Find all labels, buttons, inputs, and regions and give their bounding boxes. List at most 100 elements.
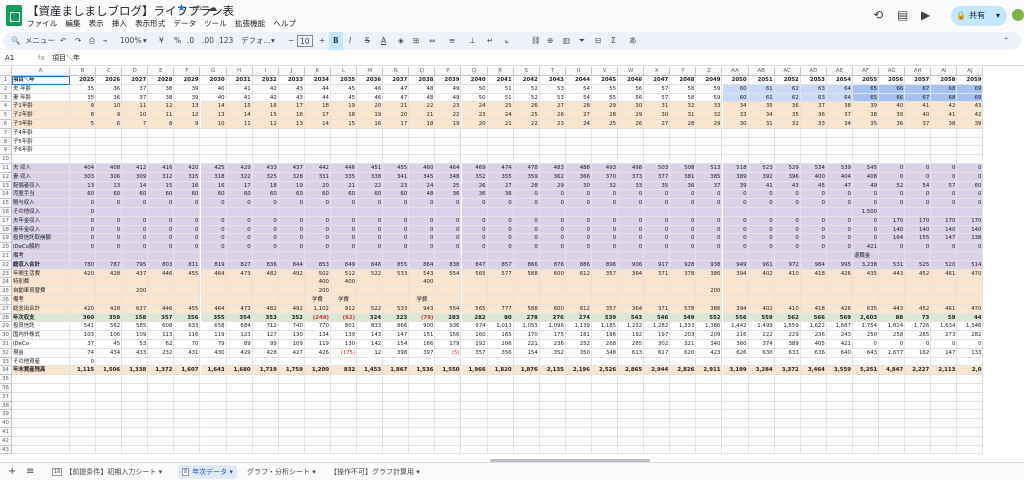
data-cell[interactable]: 119: [304, 340, 331, 349]
data-cell[interactable]: 0: [592, 225, 619, 235]
data-cell[interactable]: 74: [70, 348, 97, 358]
filter-views-icon[interactable]: ⊟: [595, 32, 601, 50]
data-cell[interactable]: 26: [618, 120, 645, 129]
data-cell[interactable]: 192: [618, 331, 645, 340]
data-cell[interactable]: [644, 296, 671, 305]
data-cell[interactable]: 0: [696, 243, 723, 252]
data-cell[interactable]: 166: [409, 340, 436, 349]
data-cell[interactable]: [670, 410, 697, 420]
data-cell[interactable]: 47: [383, 84, 410, 94]
data-cell[interactable]: 35: [774, 111, 801, 120]
data-cell[interactable]: 0: [957, 340, 984, 349]
data-cell[interactable]: 0: [513, 225, 540, 235]
data-cell[interactable]: [174, 357, 201, 367]
data-cell[interactable]: 0: [853, 225, 880, 235]
text-color-button[interactable]: A: [381, 32, 386, 50]
row-label[interactable]: [12, 155, 70, 164]
data-cell[interactable]: 9: [70, 102, 97, 112]
data-cell[interactable]: 41: [748, 181, 775, 191]
italic-button[interactable]: I: [349, 32, 351, 50]
data-cell[interactable]: 1,102: [304, 304, 331, 314]
data-cell[interactable]: [383, 146, 410, 156]
data-cell[interactable]: 64: [826, 84, 853, 94]
data-cell[interactable]: 42: [252, 93, 279, 103]
data-cell[interactable]: 513: [696, 164, 723, 173]
data-cell[interactable]: [618, 208, 645, 217]
row-header[interactable]: 5: [0, 111, 12, 120]
data-cell[interactable]: (79): [409, 313, 436, 323]
data-cell[interactable]: 838: [435, 260, 462, 270]
data-cell[interactable]: [592, 419, 619, 428]
data-cell[interactable]: [174, 128, 201, 138]
data-cell[interactable]: [565, 287, 592, 296]
data-cell[interactable]: 0: [957, 172, 984, 182]
data-cell[interactable]: [487, 410, 514, 420]
data-cell[interactable]: 44: [304, 93, 331, 103]
spreadsheet-grid[interactable]: A B C D E F G H I J K L M N O P Q R S T U V W X Y Z AA AB AC AD AE AF AG…: [0, 67, 1024, 462]
data-cell[interactable]: 777: [487, 304, 514, 314]
column-header[interactable]: Y: [670, 67, 697, 76]
data-cell[interactable]: 0: [644, 234, 671, 244]
year-header-cell[interactable]: 2055: [853, 76, 880, 85]
data-cell[interactable]: 433: [252, 164, 279, 173]
data-cell[interactable]: [905, 278, 932, 288]
sheet-tab[interactable]: 【操作不可】グラフ計算用 ▾: [330, 465, 420, 479]
data-cell[interactable]: 565: [461, 304, 488, 314]
data-cell[interactable]: 43: [278, 93, 305, 103]
row-label[interactable]: [12, 392, 70, 402]
data-cell[interactable]: [905, 252, 932, 261]
data-cell[interactable]: [513, 375, 540, 384]
data-cell[interactable]: [539, 146, 566, 156]
column-header[interactable]: AC: [774, 67, 801, 76]
data-cell[interactable]: 362: [539, 172, 566, 182]
data-cell[interactable]: [853, 419, 880, 428]
data-cell[interactable]: [383, 357, 410, 367]
decrease-decimal-button[interactable]: .0: [187, 32, 194, 50]
row-label[interactable]: その他収入: [12, 208, 70, 217]
column-header[interactable]: Q: [461, 67, 488, 76]
data-cell[interactable]: [670, 296, 697, 305]
data-cell[interactable]: [252, 357, 279, 367]
data-cell[interactable]: 160: [461, 331, 488, 340]
data-cell[interactable]: 474: [487, 164, 514, 173]
data-cell[interactable]: [70, 296, 97, 305]
data-cell[interactable]: [200, 137, 227, 147]
data-cell[interactable]: [748, 375, 775, 384]
data-cell[interactable]: 0: [487, 216, 514, 226]
column-header[interactable]: J: [278, 67, 305, 76]
row-header[interactable]: 24: [0, 278, 12, 288]
data-cell[interactable]: 1,759: [278, 366, 305, 376]
data-cell[interactable]: 446: [148, 304, 175, 314]
strikethrough-button[interactable]: S: [365, 32, 370, 50]
data-cell[interactable]: 0: [696, 199, 723, 208]
data-cell[interactable]: 181: [565, 331, 592, 340]
data-cell[interactable]: [304, 384, 331, 393]
data-cell[interactable]: 0: [513, 234, 540, 244]
data-cell[interactable]: [200, 287, 227, 296]
data-cell[interactable]: 37: [122, 93, 149, 103]
data-cell[interactable]: [905, 428, 932, 437]
data-cell[interactable]: [70, 375, 97, 384]
data-cell[interactable]: 250: [853, 331, 880, 340]
data-cell[interactable]: [331, 137, 358, 147]
valign-icon[interactable]: ⊥: [469, 32, 476, 50]
data-cell[interactable]: 620: [670, 348, 697, 358]
row-header[interactable]: 23: [0, 269, 12, 279]
search-icon[interactable]: 🔍: [11, 32, 20, 50]
data-cell[interactable]: 37: [905, 120, 932, 129]
data-cell[interactable]: [148, 208, 175, 217]
data-cell[interactable]: 140: [905, 225, 932, 235]
data-cell[interactable]: [774, 357, 801, 367]
data-cell[interactable]: [565, 137, 592, 147]
data-cell[interactable]: 864: [409, 260, 436, 270]
data-cell[interactable]: 353: [252, 313, 279, 323]
data-cell[interactable]: 408: [853, 172, 880, 182]
data-cell[interactable]: [644, 287, 671, 296]
menu-item[interactable]: ファイル: [27, 18, 57, 29]
data-cell[interactable]: [957, 392, 984, 402]
data-cell[interactable]: 0: [304, 243, 331, 252]
data-cell[interactable]: [200, 445, 227, 455]
data-cell[interactable]: [670, 287, 697, 296]
data-cell[interactable]: [905, 375, 932, 384]
data-cell[interactable]: 2,865: [618, 366, 645, 376]
